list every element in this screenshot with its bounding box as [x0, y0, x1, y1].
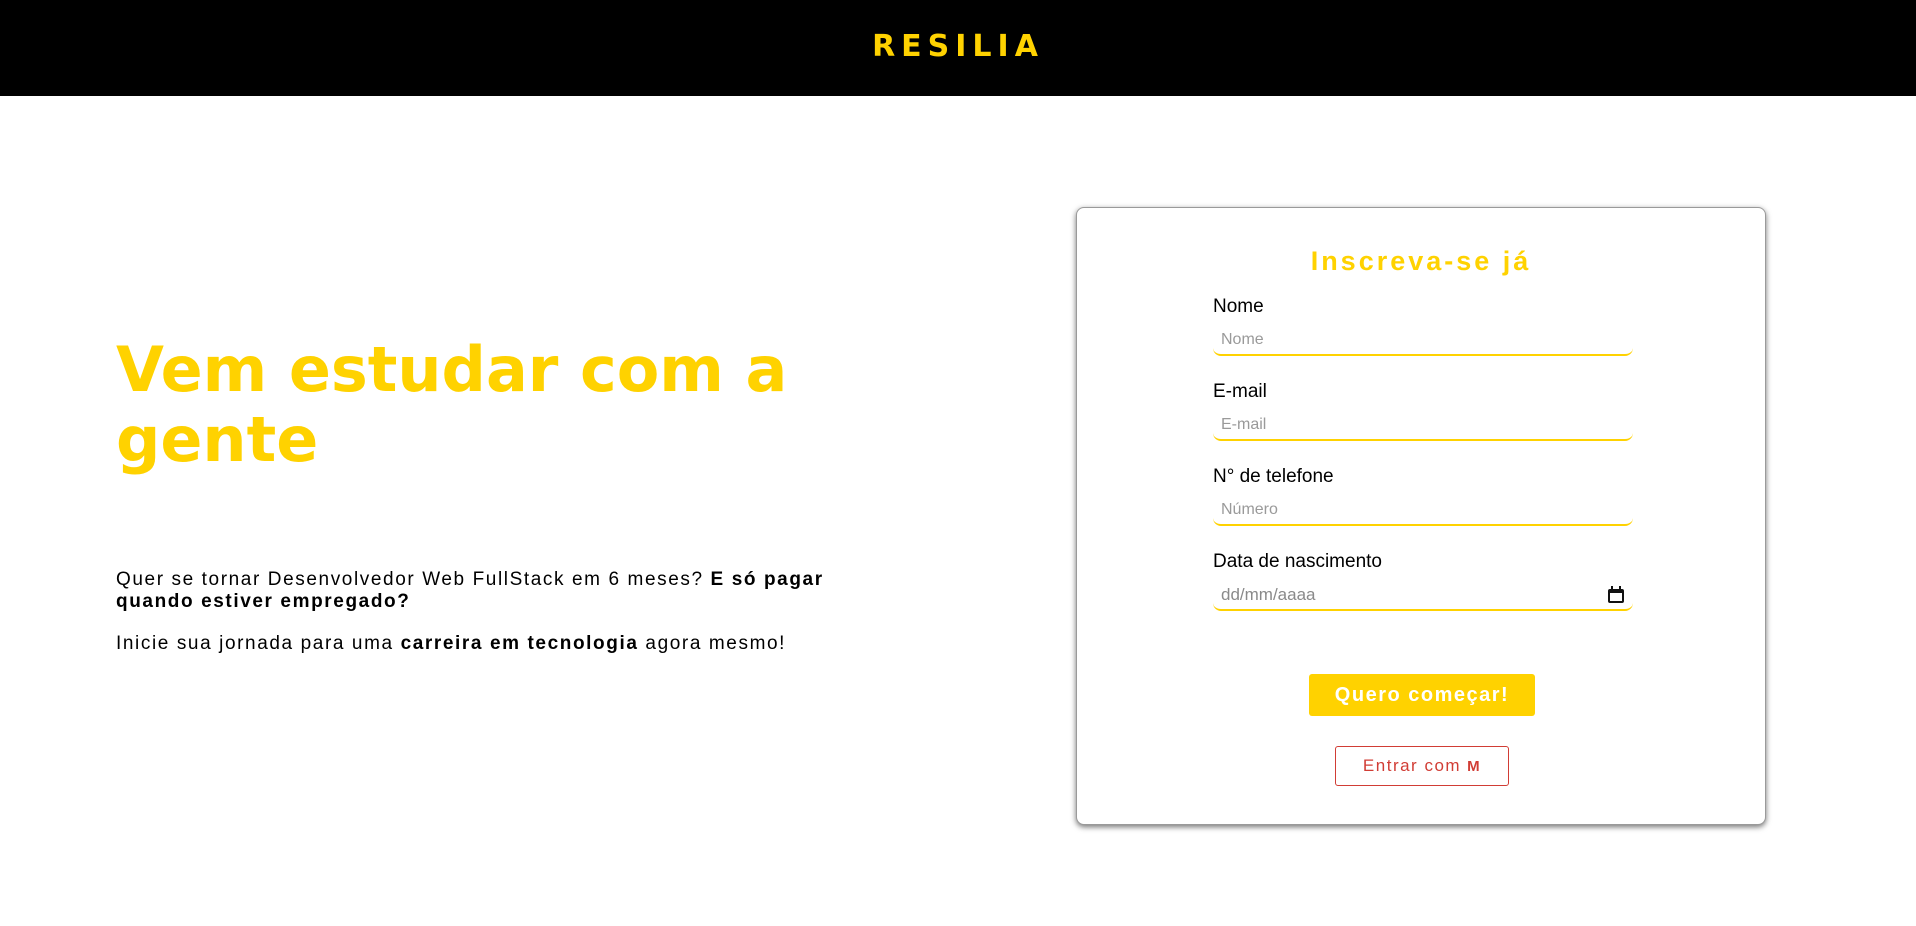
phone-label: N° de telefone — [1213, 466, 1334, 487]
hero-title: Vem estudar com a gente — [116, 333, 788, 476]
calendar-icon[interactable] — [1607, 586, 1625, 604]
name-field: Nome — [1213, 296, 1633, 356]
brand-logo[interactable]: RESILIA — [872, 29, 1044, 64]
gmail-icon: M — [1467, 757, 1482, 775]
email-input[interactable] — [1213, 411, 1633, 441]
email-label: E-mail — [1213, 381, 1267, 402]
hero-paragraph-2-bold: carreira em tecnologia — [400, 633, 639, 654]
start-button[interactable]: Quero começar! — [1309, 674, 1535, 716]
birthdate-label: Data de nascimento — [1213, 551, 1382, 572]
hero-paragraph-2-post: agora mesmo! — [638, 633, 787, 654]
gmail-login-label: Entrar com — [1362, 756, 1462, 775]
birthdate-field: Data de nascimento dd/mm/aaaa — [1213, 551, 1633, 611]
signup-card: Inscreva-se já Nome E-mail N° de telefon… — [1076, 207, 1766, 825]
birthdate-input[interactable]: dd/mm/aaaa — [1213, 581, 1633, 611]
hero-paragraph-2-pre: Inicie sua jornada para uma — [116, 633, 401, 654]
hero-section: Vem estudar com a gente Quer se tornar D… — [116, 335, 836, 655]
top-bar: RESILIA — [0, 0, 1916, 96]
gmail-login-button[interactable]: Entrar com M — [1335, 746, 1509, 786]
birthdate-placeholder: dd/mm/aaaa — [1221, 585, 1316, 604]
name-label: Nome — [1213, 296, 1264, 317]
hero-paragraph-1-text: Quer se tornar Desenvolvedor Web FullSta… — [116, 569, 711, 590]
email-field: E-mail — [1213, 381, 1633, 441]
signup-title: Inscreva-se já — [1310, 246, 1532, 276]
phone-input[interactable] — [1213, 496, 1633, 526]
hero-paragraph-2: Inicie sua jornada para uma carreira em … — [116, 633, 836, 655]
phone-field: N° de telefone — [1213, 466, 1633, 526]
name-input[interactable] — [1213, 326, 1633, 356]
hero-paragraph-1: Quer se tornar Desenvolvedor Web FullSta… — [116, 569, 836, 613]
